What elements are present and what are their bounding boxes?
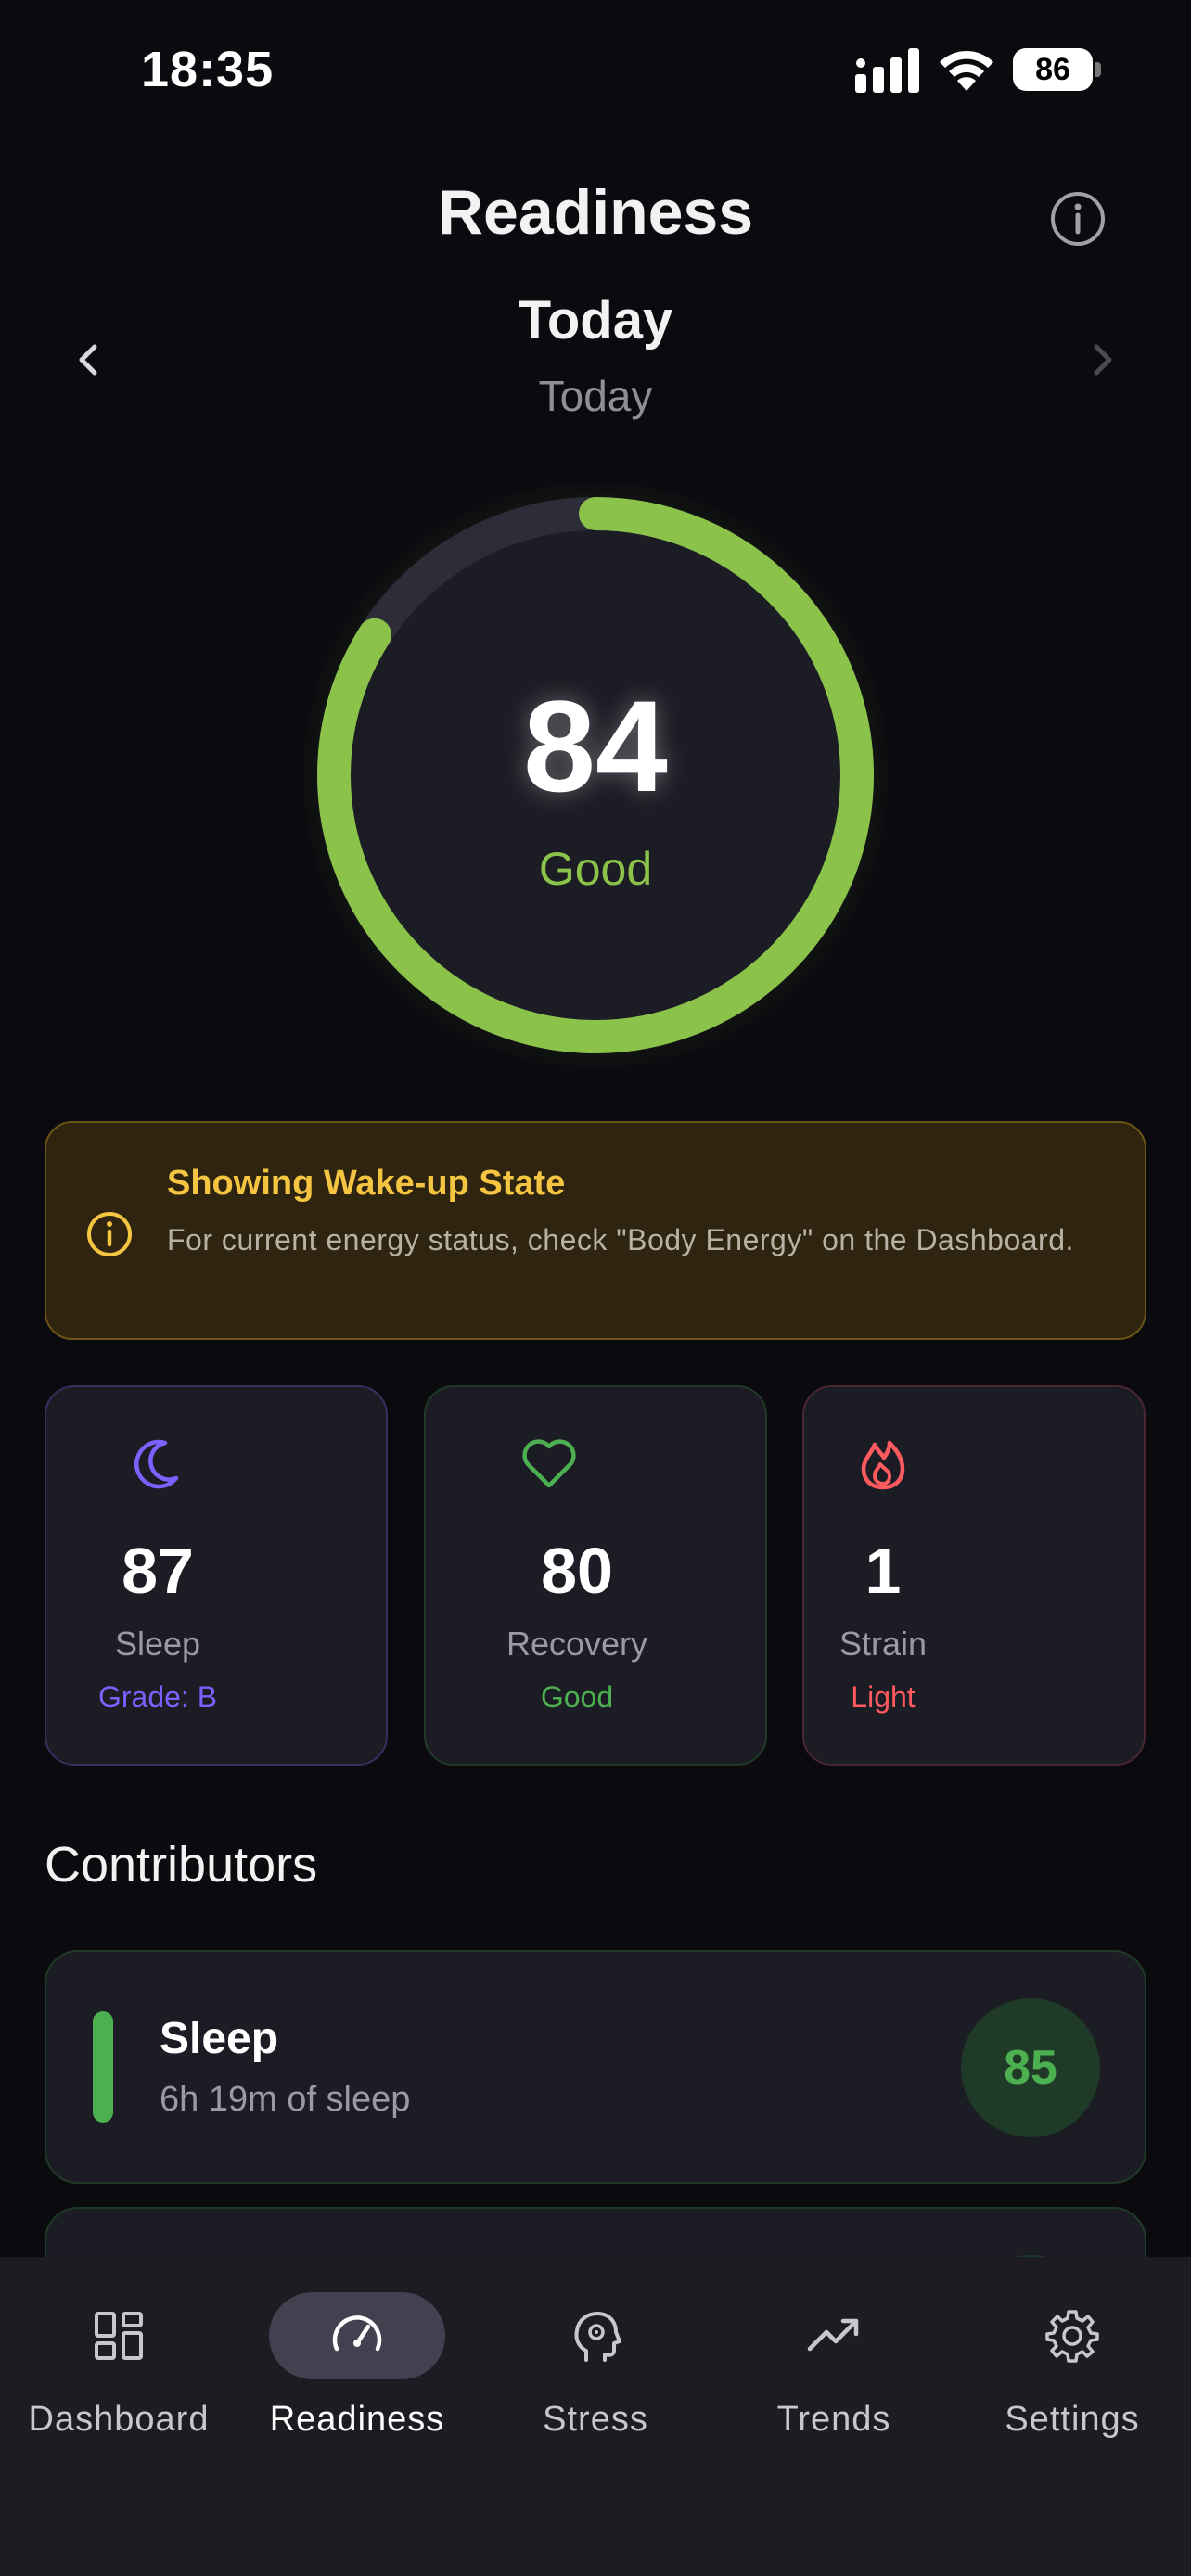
- contributor-subtitle: 6h 19m of sleep: [160, 2080, 411, 2119]
- notice-text: For current energy status, check "Body E…: [167, 1223, 1074, 1256]
- sleep-grade: Grade: B: [97, 1680, 218, 1714]
- tab-trends[interactable]: Trends: [715, 2292, 953, 2450]
- info-circle-icon: [87, 1212, 132, 1256]
- tab-label: Stress: [543, 2400, 648, 2439]
- date-subtitle: Today: [538, 372, 653, 420]
- wifi-icon: [940, 50, 993, 91]
- strain-metric-card[interactable]: 1 Strain Light: [802, 1385, 1146, 1766]
- speedometer-icon: [332, 2315, 382, 2352]
- flame-icon: [861, 1440, 905, 1490]
- wake-up-state-notice: Showing Wake-up State For current energy…: [45, 1121, 1146, 1340]
- info-icon[interactable]: [1048, 189, 1108, 249]
- recovery-metric-card[interactable]: 80 Recovery Good: [424, 1385, 767, 1766]
- next-day-button[interactable]: [1080, 332, 1126, 388]
- contributors-heading: Contributors: [45, 1837, 318, 1893]
- contributor-title: Sleep: [160, 2014, 279, 2063]
- contributor-indicator-bar: [93, 2011, 113, 2123]
- cellular-signal-icon: [855, 48, 919, 93]
- tab-settings[interactable]: Settings: [954, 2292, 1191, 2450]
- tab-stress[interactable]: Stress: [477, 2292, 714, 2450]
- trending-up-icon: [807, 2318, 859, 2352]
- battery-indicator: 86: [1013, 48, 1102, 91]
- tab-label: Dashboard: [28, 2400, 210, 2439]
- contributor-score-badge: 85: [961, 1998, 1100, 2137]
- tab-label: Settings: [1005, 2400, 1140, 2439]
- battery-level: 86: [1013, 48, 1093, 91]
- notice-title: Showing Wake-up State: [167, 1164, 566, 1203]
- bottom-tab-bar: Dashboard Readiness Stress Trends Settin…: [0, 2257, 1191, 2576]
- gear-icon: [1045, 2310, 1099, 2363]
- moon-icon: [134, 1439, 179, 1489]
- readiness-gauge: 84 Good: [299, 478, 892, 1072]
- status-bar: 18:35 86: [0, 0, 1191, 139]
- page-title: Readiness: [437, 177, 754, 248]
- recovery-label: Recovery: [506, 1625, 648, 1663]
- strain-label: Strain: [839, 1625, 928, 1663]
- readiness-score: 84: [523, 673, 668, 819]
- tab-dashboard[interactable]: Dashboard: [0, 2292, 237, 2450]
- sleep-label: Sleep: [114, 1625, 201, 1663]
- tab-label: Trends: [776, 2400, 891, 2439]
- readiness-label: Good: [538, 843, 653, 895]
- brain-icon: [574, 2312, 621, 2362]
- tab-label: Readiness: [269, 2400, 445, 2439]
- tab-readiness[interactable]: Readiness: [238, 2292, 476, 2450]
- sleep-score: 87: [122, 1535, 194, 1607]
- contributor-sleep-card[interactable]: Sleep 6h 19m of sleep 85: [45, 1950, 1146, 2184]
- strain-score: 1: [864, 1535, 902, 1607]
- dashboard-icon: [95, 2312, 143, 2360]
- recovery-status: Good: [540, 1680, 614, 1714]
- recovery-score: 80: [541, 1535, 613, 1607]
- strain-level: Light: [851, 1680, 916, 1714]
- battery-nub: [1095, 62, 1101, 77]
- heart-icon: [522, 1439, 576, 1488]
- date-title: Today: [518, 290, 673, 351]
- sleep-metric-card[interactable]: 87 Sleep Grade: B: [45, 1385, 388, 1766]
- status-time: 18:35: [141, 42, 275, 97]
